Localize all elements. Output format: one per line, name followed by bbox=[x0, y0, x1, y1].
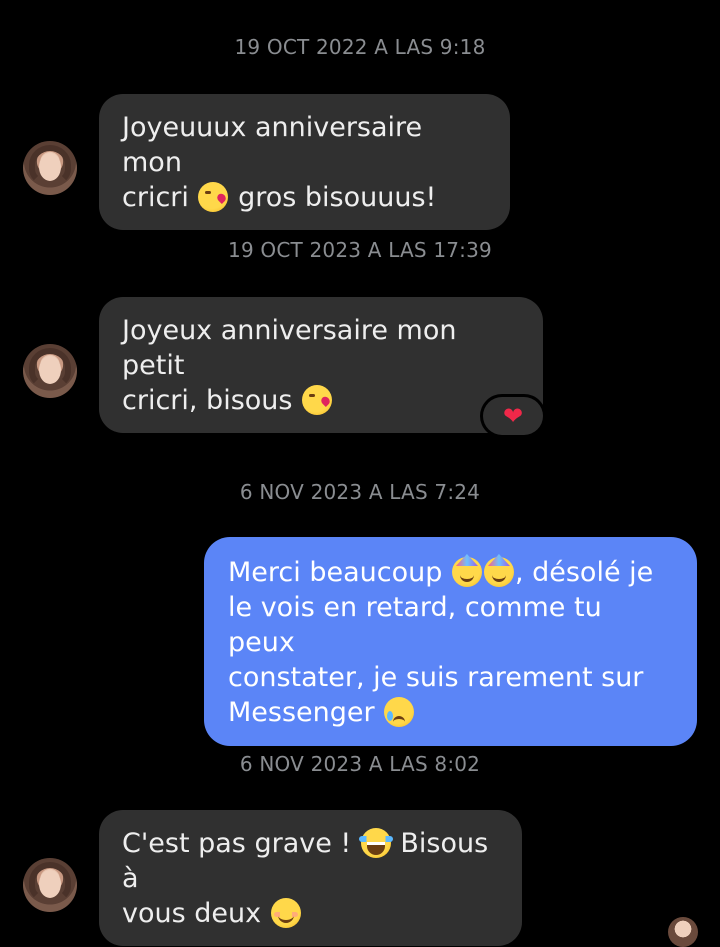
message-line: cricri gros bisouuus! bbox=[122, 180, 487, 215]
timestamp: 19 OCT 2023 A LAS 17:39 bbox=[228, 238, 492, 262]
message-line: cricri, bisous bbox=[122, 383, 520, 418]
timestamp: 6 NOV 2023 A LAS 7:24 bbox=[239, 480, 481, 504]
message-text: Joyeux anniversaire mon petit bbox=[122, 315, 457, 381]
message-line: Joyeuuux anniversaire mon bbox=[122, 110, 487, 180]
message-text: gros bisouuus! bbox=[229, 182, 437, 213]
message-text: constater, je suis rarement sur bbox=[228, 662, 644, 693]
message-reaction[interactable]: ❤ bbox=[483, 397, 543, 435]
message-text: cricri bbox=[122, 182, 198, 213]
message-line: vous deux bbox=[122, 896, 499, 931]
message-text: Joyeuuux anniversaire mon bbox=[122, 112, 423, 178]
face-blowing-kiss-icon bbox=[302, 385, 333, 415]
read-receipt-avatar bbox=[668, 917, 698, 947]
message-text: cricri, bisous bbox=[122, 385, 302, 416]
timestamp: 6 NOV 2023 A LAS 8:02 bbox=[239, 752, 481, 776]
message-line: Merci beaucoup , désolé je bbox=[228, 555, 673, 590]
incoming-message[interactable]: Joyeuuux anniversaire mon cricri gros bi… bbox=[99, 94, 510, 230]
incoming-message[interactable]: C'est pas grave ! Bisous à vous deux bbox=[99, 810, 522, 946]
smiling-face-icon bbox=[270, 898, 301, 928]
heart-reaction-icon: ❤ bbox=[502, 402, 524, 430]
message-line: Messenger bbox=[228, 695, 673, 730]
message-text: C'est pas grave ! bbox=[122, 828, 360, 859]
message-text: Messenger bbox=[228, 697, 384, 728]
message-text: vous deux bbox=[122, 898, 270, 929]
message-line: C'est pas grave ! Bisous à bbox=[122, 826, 499, 896]
sad-tear-face-icon bbox=[384, 697, 415, 727]
avatar-face bbox=[39, 870, 61, 898]
message-line: constater, je suis rarement sur bbox=[228, 660, 673, 695]
avatar-face bbox=[39, 356, 61, 384]
message-text: Merci beaucoup bbox=[228, 557, 451, 588]
timestamp: 19 OCT 2022 A LAS 9:18 bbox=[234, 35, 486, 59]
face-blowing-kiss-icon bbox=[198, 182, 229, 212]
contact-avatar[interactable] bbox=[23, 344, 77, 398]
message-line: le vois en retard, comme tu peux bbox=[228, 590, 673, 660]
outgoing-message[interactable]: Merci beaucoup , désolé je le vois en re… bbox=[204, 537, 697, 746]
avatar-face bbox=[39, 153, 61, 181]
message-text: le vois en retard, comme tu peux bbox=[228, 592, 602, 658]
contact-avatar[interactable] bbox=[23, 141, 77, 195]
partying-face-icon bbox=[451, 557, 482, 587]
message-text: , désolé je bbox=[514, 557, 654, 588]
contact-avatar[interactable] bbox=[23, 858, 77, 912]
message-line: Joyeux anniversaire mon petit bbox=[122, 313, 520, 383]
tears-of-joy-icon bbox=[358, 828, 393, 858]
incoming-message[interactable]: Joyeux anniversaire mon petit cricri, bi… bbox=[99, 297, 543, 433]
partying-face-icon bbox=[483, 557, 514, 587]
